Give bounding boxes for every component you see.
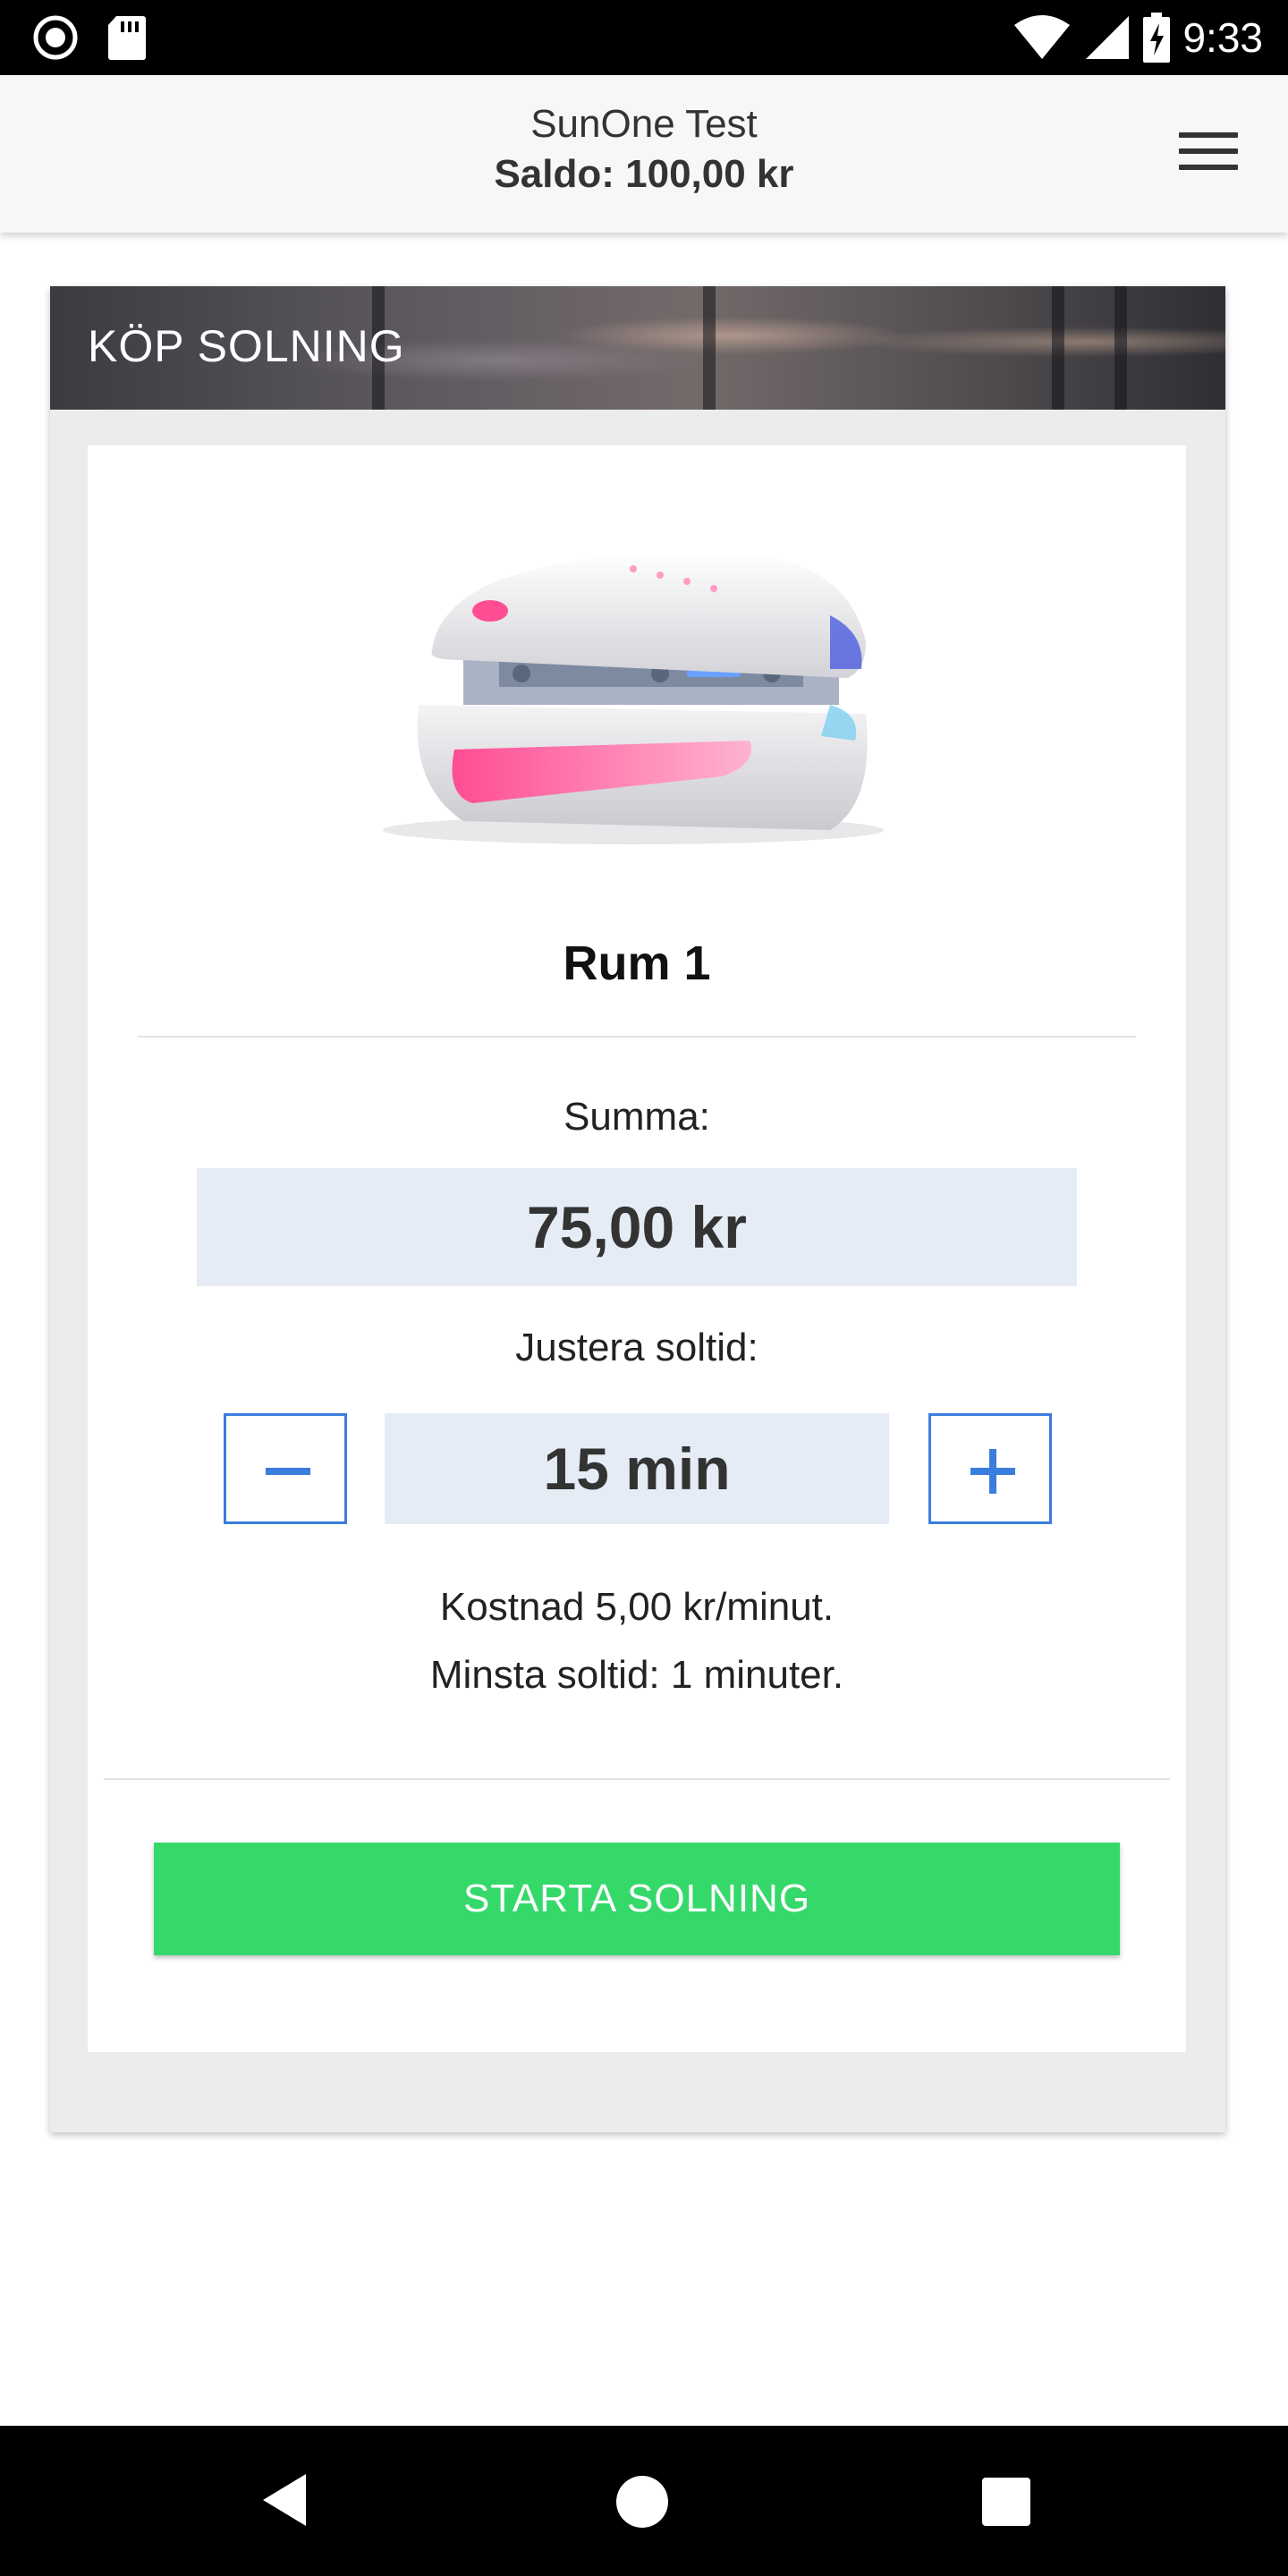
battery-charging-icon: [1143, 13, 1171, 63]
start-tanning-button[interactable]: STARTA SOLNING: [154, 1843, 1120, 1955]
adjust-time-label: Justera soltid:: [515, 1326, 758, 1369]
sum-value: 75,00 kr: [197, 1168, 1077, 1286]
purchase-card: KÖP SOLNING Rum 1 Summa: 75,00 kr Juster…: [50, 286, 1225, 2132]
divider: [138, 1036, 1136, 1038]
divider: [104, 1778, 1170, 1780]
minimum-time: Minsta soltid: 1 minuter.: [429, 1653, 844, 1697]
balance-label: Saldo: 100,00 kr: [494, 152, 794, 196]
status-right-icons: 9:33: [1013, 9, 1263, 66]
system-nav-bar: [0, 2426, 1288, 2576]
hamburger-menu-icon[interactable]: [1179, 132, 1238, 174]
record-icon: [33, 15, 78, 60]
home-icon[interactable]: [616, 2476, 668, 2528]
card-title: KÖP SOLNING: [88, 321, 405, 371]
status-time: 9:33: [1182, 14, 1263, 61]
app-title: SunOne Test: [530, 102, 758, 146]
back-icon[interactable]: [259, 2470, 309, 2529]
wifi-icon: [1014, 15, 1071, 59]
status-bar: 9:33: [0, 0, 1288, 75]
status-left-icons: [32, 14, 147, 61]
room-name: Rum 1: [563, 936, 711, 990]
card-header-banner: KÖP SOLNING: [50, 286, 1225, 410]
increase-time-button[interactable]: [928, 1413, 1052, 1524]
card-content: Rum 1 Summa: 75,00 kr Justera soltid: 15…: [88, 445, 1186, 2052]
signal-icon: [1086, 16, 1130, 59]
decrease-time-button[interactable]: [224, 1413, 347, 1524]
sum-label: Summa:: [564, 1095, 710, 1139]
app-header: SunOne Test Saldo: 100,00 kr: [0, 75, 1288, 233]
recents-icon[interactable]: [982, 2478, 1030, 2526]
minus-icon: [266, 1468, 310, 1475]
sd-card-icon: [108, 16, 146, 60]
tanning-bed-image: [383, 551, 884, 844]
time-value: 15 min: [385, 1413, 889, 1524]
cost-per-minute: Kostnad 5,00 kr/minut.: [439, 1585, 835, 1629]
